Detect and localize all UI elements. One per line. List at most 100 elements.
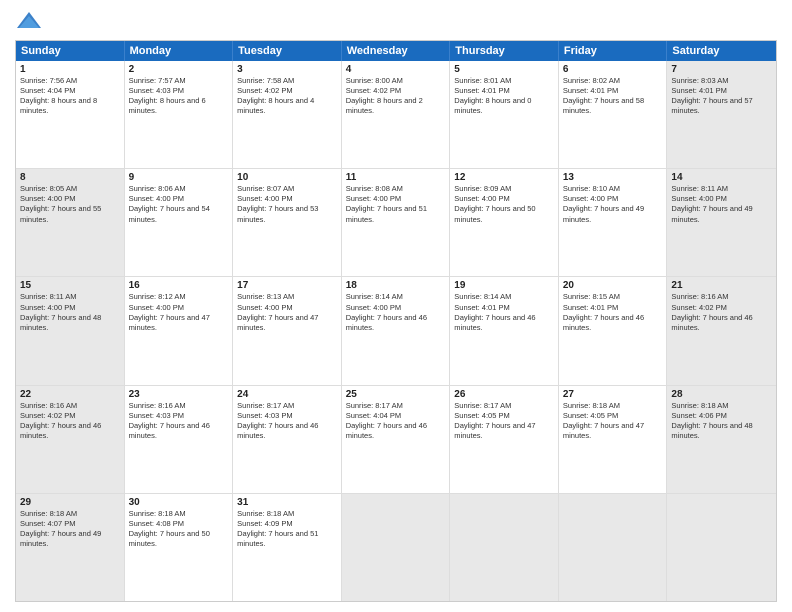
day-number: 17 [237, 280, 337, 291]
cal-cell: 31Sunrise: 8:18 AMSunset: 4:09 PMDayligh… [233, 494, 342, 601]
cal-cell: 30Sunrise: 8:18 AMSunset: 4:08 PMDayligh… [125, 494, 234, 601]
day-number: 16 [129, 280, 229, 291]
day-number: 7 [671, 64, 772, 75]
day-number: 14 [671, 172, 772, 183]
day-number: 27 [563, 389, 663, 400]
day-number: 20 [563, 280, 663, 291]
cell-info: Sunrise: 8:09 AMSunset: 4:00 PMDaylight:… [454, 184, 554, 225]
cell-info: Sunrise: 8:17 AMSunset: 4:03 PMDaylight:… [237, 401, 337, 442]
logo-icon [15, 10, 43, 32]
cal-cell: 5Sunrise: 8:01 AMSunset: 4:01 PMDaylight… [450, 61, 559, 168]
day-number: 31 [237, 497, 337, 508]
cell-info: Sunrise: 8:16 AMSunset: 4:03 PMDaylight:… [129, 401, 229, 442]
cell-info: Sunrise: 8:11 AMSunset: 4:00 PMDaylight:… [671, 184, 772, 225]
day-header-friday: Friday [559, 41, 668, 61]
day-number: 10 [237, 172, 337, 183]
cell-info: Sunrise: 8:14 AMSunset: 4:00 PMDaylight:… [346, 292, 446, 333]
cal-cell: 29Sunrise: 8:18 AMSunset: 4:07 PMDayligh… [16, 494, 125, 601]
day-number: 4 [346, 64, 446, 75]
cell-info: Sunrise: 8:03 AMSunset: 4:01 PMDaylight:… [671, 76, 772, 117]
cell-info: Sunrise: 8:15 AMSunset: 4:01 PMDaylight:… [563, 292, 663, 333]
cell-info: Sunrise: 8:12 AMSunset: 4:00 PMDaylight:… [129, 292, 229, 333]
cell-info: Sunrise: 7:58 AMSunset: 4:02 PMDaylight:… [237, 76, 337, 117]
cal-cell: 2Sunrise: 7:57 AMSunset: 4:03 PMDaylight… [125, 61, 234, 168]
day-number: 26 [454, 389, 554, 400]
cal-cell: 19Sunrise: 8:14 AMSunset: 4:01 PMDayligh… [450, 277, 559, 384]
cal-cell: 27Sunrise: 8:18 AMSunset: 4:05 PMDayligh… [559, 386, 668, 493]
day-number: 2 [129, 64, 229, 75]
cell-info: Sunrise: 8:01 AMSunset: 4:01 PMDaylight:… [454, 76, 554, 117]
cal-cell: 25Sunrise: 8:17 AMSunset: 4:04 PMDayligh… [342, 386, 451, 493]
cell-info: Sunrise: 8:05 AMSunset: 4:00 PMDaylight:… [20, 184, 120, 225]
cell-info: Sunrise: 8:16 AMSunset: 4:02 PMDaylight:… [671, 292, 772, 333]
cal-cell [450, 494, 559, 601]
cal-cell: 20Sunrise: 8:15 AMSunset: 4:01 PMDayligh… [559, 277, 668, 384]
cal-cell: 3Sunrise: 7:58 AMSunset: 4:02 PMDaylight… [233, 61, 342, 168]
day-header-sunday: Sunday [16, 41, 125, 61]
header [15, 10, 777, 32]
cal-cell: 23Sunrise: 8:16 AMSunset: 4:03 PMDayligh… [125, 386, 234, 493]
day-number: 9 [129, 172, 229, 183]
cal-row-2: 15Sunrise: 8:11 AMSunset: 4:00 PMDayligh… [16, 277, 776, 385]
cal-cell: 16Sunrise: 8:12 AMSunset: 4:00 PMDayligh… [125, 277, 234, 384]
day-number: 3 [237, 64, 337, 75]
cell-info: Sunrise: 8:17 AMSunset: 4:05 PMDaylight:… [454, 401, 554, 442]
cell-info: Sunrise: 8:18 AMSunset: 4:06 PMDaylight:… [671, 401, 772, 442]
cell-info: Sunrise: 8:18 AMSunset: 4:08 PMDaylight:… [129, 509, 229, 550]
cell-info: Sunrise: 8:14 AMSunset: 4:01 PMDaylight:… [454, 292, 554, 333]
cal-cell: 1Sunrise: 7:56 AMSunset: 4:04 PMDaylight… [16, 61, 125, 168]
cal-row-4: 29Sunrise: 8:18 AMSunset: 4:07 PMDayligh… [16, 494, 776, 601]
cal-cell: 9Sunrise: 8:06 AMSunset: 4:00 PMDaylight… [125, 169, 234, 276]
day-number: 28 [671, 389, 772, 400]
day-number: 11 [346, 172, 446, 183]
cell-info: Sunrise: 8:07 AMSunset: 4:00 PMDaylight:… [237, 184, 337, 225]
day-number: 1 [20, 64, 120, 75]
cal-cell: 7Sunrise: 8:03 AMSunset: 4:01 PMDaylight… [667, 61, 776, 168]
day-number: 25 [346, 389, 446, 400]
cal-row-3: 22Sunrise: 8:16 AMSunset: 4:02 PMDayligh… [16, 386, 776, 494]
cell-info: Sunrise: 8:13 AMSunset: 4:00 PMDaylight:… [237, 292, 337, 333]
day-header-monday: Monday [125, 41, 234, 61]
cal-cell [667, 494, 776, 601]
calendar: SundayMondayTuesdayWednesdayThursdayFrid… [15, 40, 777, 602]
day-number: 18 [346, 280, 446, 291]
day-header-thursday: Thursday [450, 41, 559, 61]
cal-cell: 11Sunrise: 8:08 AMSunset: 4:00 PMDayligh… [342, 169, 451, 276]
day-number: 19 [454, 280, 554, 291]
calendar-header: SundayMondayTuesdayWednesdayThursdayFrid… [16, 41, 776, 61]
day-header-saturday: Saturday [667, 41, 776, 61]
cell-info: Sunrise: 8:18 AMSunset: 4:07 PMDaylight:… [20, 509, 120, 550]
cell-info: Sunrise: 7:56 AMSunset: 4:04 PMDaylight:… [20, 76, 120, 117]
page: SundayMondayTuesdayWednesdayThursdayFrid… [0, 0, 792, 612]
cell-info: Sunrise: 8:06 AMSunset: 4:00 PMDaylight:… [129, 184, 229, 225]
cell-info: Sunrise: 8:18 AMSunset: 4:09 PMDaylight:… [237, 509, 337, 550]
cell-info: Sunrise: 7:57 AMSunset: 4:03 PMDaylight:… [129, 76, 229, 117]
day-number: 24 [237, 389, 337, 400]
cal-cell: 24Sunrise: 8:17 AMSunset: 4:03 PMDayligh… [233, 386, 342, 493]
cell-info: Sunrise: 8:11 AMSunset: 4:00 PMDaylight:… [20, 292, 120, 333]
cal-cell: 14Sunrise: 8:11 AMSunset: 4:00 PMDayligh… [667, 169, 776, 276]
day-number: 6 [563, 64, 663, 75]
day-number: 12 [454, 172, 554, 183]
day-number: 22 [20, 389, 120, 400]
cal-cell: 13Sunrise: 8:10 AMSunset: 4:00 PMDayligh… [559, 169, 668, 276]
cell-info: Sunrise: 8:10 AMSunset: 4:00 PMDaylight:… [563, 184, 663, 225]
cal-cell: 28Sunrise: 8:18 AMSunset: 4:06 PMDayligh… [667, 386, 776, 493]
day-number: 21 [671, 280, 772, 291]
cell-info: Sunrise: 8:08 AMSunset: 4:00 PMDaylight:… [346, 184, 446, 225]
day-number: 15 [20, 280, 120, 291]
day-number: 5 [454, 64, 554, 75]
cal-cell: 4Sunrise: 8:00 AMSunset: 4:02 PMDaylight… [342, 61, 451, 168]
cal-row-1: 8Sunrise: 8:05 AMSunset: 4:00 PMDaylight… [16, 169, 776, 277]
cal-cell: 17Sunrise: 8:13 AMSunset: 4:00 PMDayligh… [233, 277, 342, 384]
cell-info: Sunrise: 8:17 AMSunset: 4:04 PMDaylight:… [346, 401, 446, 442]
day-header-wednesday: Wednesday [342, 41, 451, 61]
cell-info: Sunrise: 8:02 AMSunset: 4:01 PMDaylight:… [563, 76, 663, 117]
cell-info: Sunrise: 8:16 AMSunset: 4:02 PMDaylight:… [20, 401, 120, 442]
day-number: 30 [129, 497, 229, 508]
day-number: 8 [20, 172, 120, 183]
cal-cell: 10Sunrise: 8:07 AMSunset: 4:00 PMDayligh… [233, 169, 342, 276]
day-number: 29 [20, 497, 120, 508]
day-number: 23 [129, 389, 229, 400]
cal-row-0: 1Sunrise: 7:56 AMSunset: 4:04 PMDaylight… [16, 61, 776, 169]
